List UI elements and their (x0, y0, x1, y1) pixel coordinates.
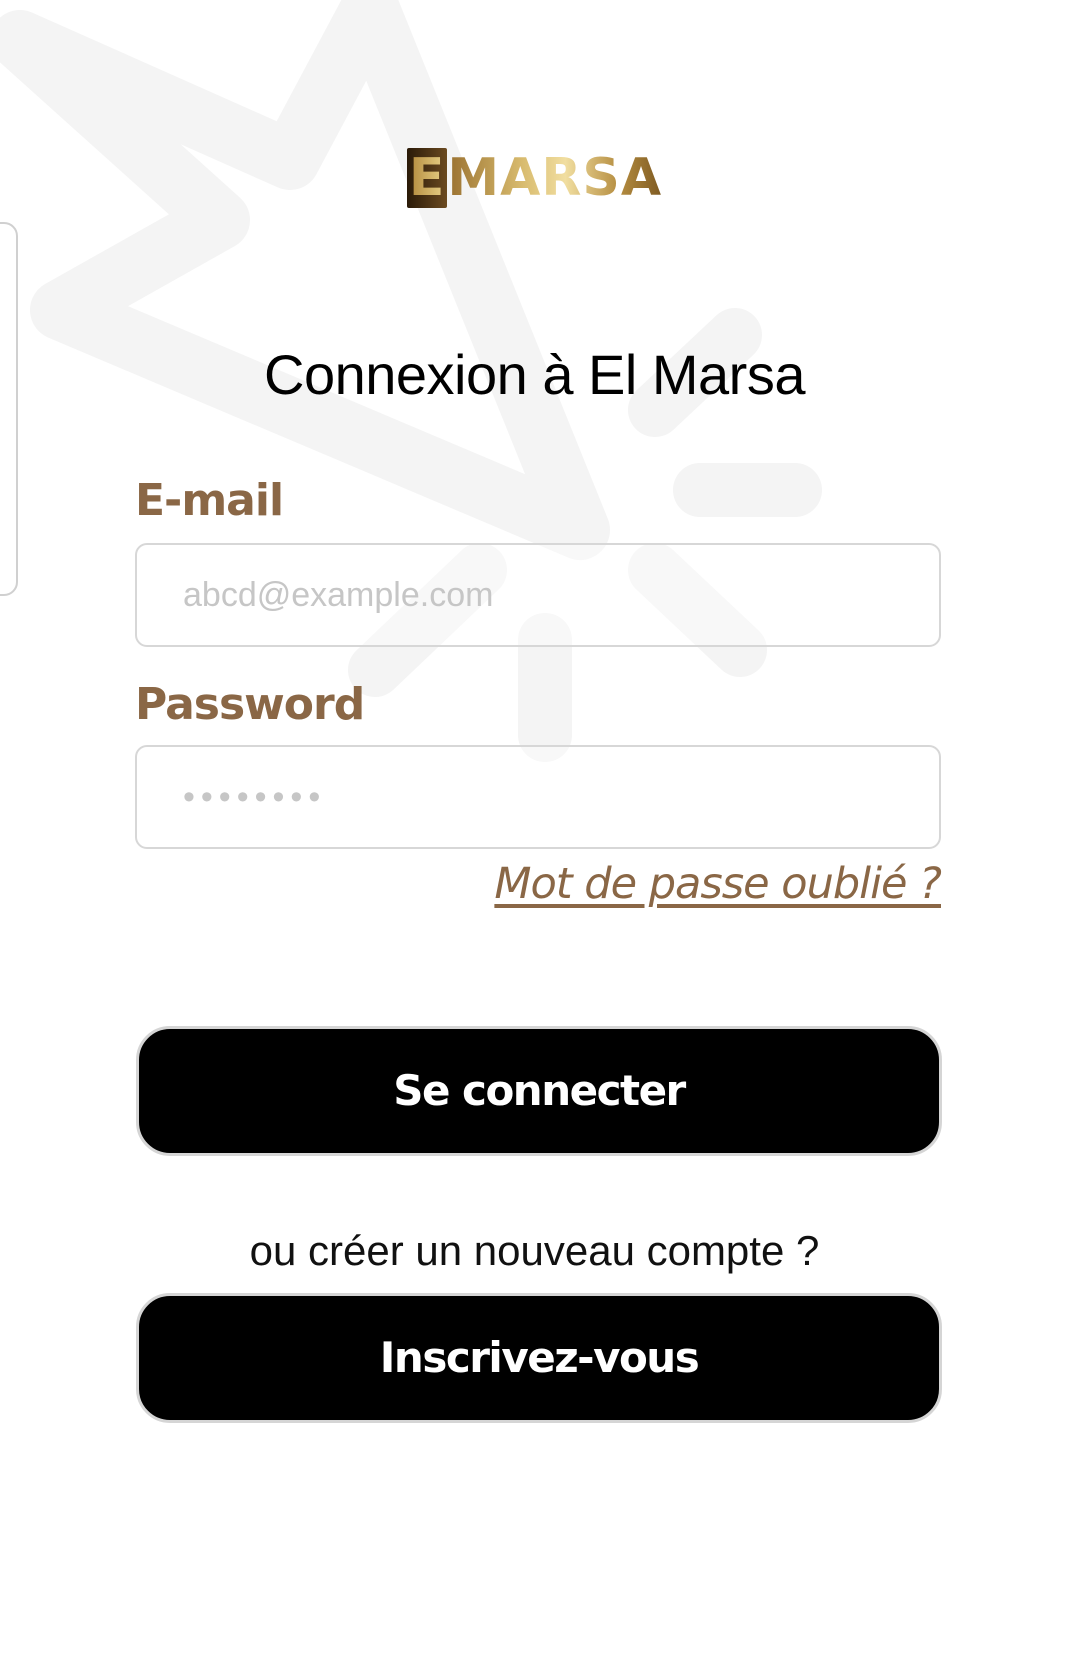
create-account-prompt: ou créer un nouveau compte ? (249, 1227, 820, 1274)
password-field[interactable] (135, 745, 941, 849)
signup-button[interactable]: Inscrivez-vous (136, 1293, 942, 1423)
email-label: E-mail (135, 475, 284, 526)
login-button[interactable]: Se connecter (136, 1026, 942, 1156)
page-title: Connexion à El Marsa (264, 343, 805, 406)
password-label: Password (135, 679, 365, 730)
logo-mark: E (406, 148, 448, 208)
email-field[interactable] (135, 543, 941, 647)
forgot-password-link[interactable]: Mot de passe oublié ? (494, 856, 942, 912)
el-marsa-logo: EMARSA (0, 148, 1069, 208)
logo-wordmark: MARSA (447, 148, 663, 208)
